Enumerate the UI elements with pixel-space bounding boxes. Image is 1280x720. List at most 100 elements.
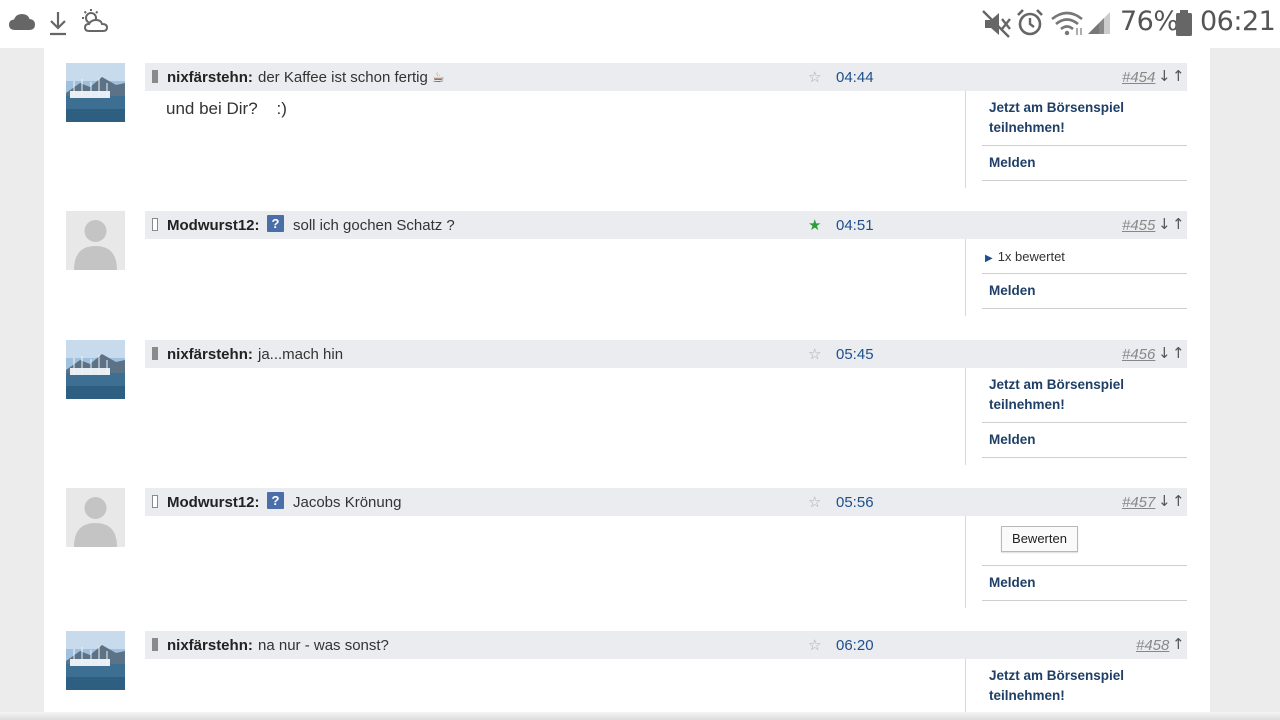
battery-percent: 76% — [1120, 6, 1179, 37]
forum-thread: nixfärstehn: der Kaffee ist schon fertig… — [44, 48, 1210, 720]
post-sidebar: Jetzt am Börsenspiel teilnehmen! — [982, 659, 1187, 720]
boerse-link-line1[interactable]: Jetzt am Börsenspiel — [989, 100, 1124, 115]
author-name[interactable]: nixfärstehn: — [167, 346, 253, 363]
boerse-link-line2[interactable]: teilnehmen! — [989, 688, 1065, 703]
post-title-text: der Kaffee ist schon fertig — [258, 69, 428, 86]
post: nixfärstehn: ja...mach hin ☆ 05:45 #456 … — [44, 340, 1210, 470]
arrow-up-icon[interactable]: ↑ — [1172, 492, 1185, 510]
post-marker — [152, 347, 158, 360]
boerse-link-line2[interactable]: teilnehmen! — [989, 120, 1065, 135]
clock: 06:21 — [1200, 6, 1276, 37]
post-marker — [152, 495, 158, 508]
post-time: 04:51 — [836, 217, 874, 234]
download-icon — [48, 10, 68, 41]
signal-icon — [1086, 10, 1112, 41]
alarm-icon — [1016, 8, 1044, 43]
expand-triangle-icon: ▶ — [985, 253, 993, 264]
arrow-down-icon[interactable]: ↓ — [1158, 215, 1171, 233]
star-icon[interactable]: ★ — [808, 216, 821, 234]
question-icon: ? — [267, 492, 284, 509]
report-link[interactable]: Melden — [989, 573, 1036, 593]
divider — [965, 659, 966, 720]
arrow-up-icon[interactable]: ↑ — [1172, 635, 1185, 653]
boerse-link-line1[interactable]: Jetzt am Börsenspiel — [989, 668, 1124, 683]
arrow-down-icon[interactable]: ↓ — [1158, 67, 1171, 85]
post-number-link[interactable]: #457 — [1122, 494, 1155, 511]
post-title: Jacobs Krönung — [293, 494, 402, 511]
wifi-icon — [1050, 10, 1084, 41]
divider — [965, 516, 966, 608]
post-marker — [152, 218, 158, 231]
divider — [982, 273, 1187, 274]
star-icon[interactable]: ☆ — [808, 68, 821, 86]
post-sidebar: Jetzt am Börsenspiel teilnehmen! Melden — [982, 91, 1187, 181]
arrow-up-icon[interactable]: ↑ — [1172, 344, 1185, 362]
boerse-link[interactable]: Jetzt am Börsenspiel teilnehmen! — [989, 98, 1124, 138]
weather-icon — [80, 8, 110, 41]
divider — [982, 565, 1187, 566]
post-sidebar: Jetzt am Börsenspiel teilnehmen! Melden — [982, 368, 1187, 458]
post-time: 06:20 — [836, 637, 874, 654]
arrow-down-icon[interactable]: ↓ — [1158, 492, 1171, 510]
post-header: nixfärstehn: ja...mach hin ☆ 05:45 #456 … — [145, 340, 1187, 368]
report-link[interactable]: Melden — [989, 281, 1036, 301]
divider — [965, 239, 966, 316]
post-title: na nur - was sonst? — [258, 637, 389, 654]
report-link[interactable]: Melden — [989, 430, 1036, 450]
star-icon[interactable]: ☆ — [808, 636, 821, 654]
post-time: 05:45 — [836, 346, 874, 363]
cloud-icon — [8, 12, 36, 37]
divider — [965, 368, 966, 465]
avatar[interactable] — [66, 340, 125, 399]
post-sidebar: ▶ 1x bewertet Melden — [982, 239, 1187, 309]
post: Modwurst12: ? Jacobs Krönung ☆ 05:56 #45… — [44, 488, 1210, 613]
author-name[interactable]: Modwurst12: — [167, 217, 260, 234]
rating-summary[interactable]: ▶ 1x bewertet — [985, 249, 1065, 264]
author-name[interactable]: Modwurst12: — [167, 494, 260, 511]
boerse-link-line1[interactable]: Jetzt am Börsenspiel — [989, 377, 1124, 392]
post-header: Modwurst12: ? soll ich gochen Schatz ? ★… — [145, 211, 1187, 239]
coffee-icon: ☕ — [432, 70, 445, 86]
post-header: nixfärstehn: der Kaffee ist schon fertig… — [145, 63, 1187, 91]
post-number-link[interactable]: #455 — [1122, 217, 1155, 234]
report-link[interactable]: Melden — [989, 153, 1036, 173]
post-title: der Kaffee ist schon fertig ☕ — [258, 69, 445, 86]
post: Modwurst12: ? soll ich gochen Schatz ? ★… — [44, 211, 1210, 321]
divider — [982, 600, 1187, 601]
author-name[interactable]: nixfärstehn: — [167, 69, 253, 86]
post-title: soll ich gochen Schatz ? — [293, 217, 455, 234]
mute-icon — [982, 10, 1012, 43]
post-marker — [152, 70, 158, 83]
avatar[interactable] — [66, 631, 125, 690]
boerse-link[interactable]: Jetzt am Börsenspiel teilnehmen! — [989, 375, 1124, 415]
rate-button[interactable]: Bewerten — [1001, 526, 1078, 552]
post-header: nixfärstehn: na nur - was sonst? ☆ 06:20… — [145, 631, 1187, 659]
navigation-shadow — [0, 712, 1280, 720]
post-title: ja...mach hin — [258, 346, 344, 363]
arrow-up-icon[interactable]: ↑ — [1172, 215, 1185, 233]
post-body: und bei Dir? :) — [166, 99, 287, 118]
boerse-link[interactable]: Jetzt am Börsenspiel teilnehmen! — [989, 666, 1124, 706]
star-icon[interactable]: ☆ — [808, 493, 821, 511]
avatar[interactable] — [66, 211, 125, 270]
post: nixfärstehn: na nur - was sonst? ☆ 06:20… — [44, 631, 1210, 720]
post-number-link[interactable]: #458 — [1136, 637, 1169, 654]
question-icon: ? — [267, 215, 284, 232]
post-number-link[interactable]: #456 — [1122, 346, 1155, 363]
post-time: 04:44 — [836, 69, 874, 86]
post: nixfärstehn: der Kaffee ist schon fertig… — [44, 63, 1210, 193]
star-icon[interactable]: ☆ — [808, 345, 821, 363]
battery-icon — [1175, 9, 1193, 42]
boerse-link-line2[interactable]: teilnehmen! — [989, 397, 1065, 412]
post-number-link[interactable]: #454 — [1122, 69, 1155, 86]
avatar[interactable] — [66, 488, 125, 547]
arrow-down-icon[interactable]: ↓ — [1158, 344, 1171, 362]
arrow-up-icon[interactable]: ↑ — [1172, 67, 1185, 85]
author-name[interactable]: nixfärstehn: — [167, 637, 253, 654]
post-time: 05:56 — [836, 494, 874, 511]
divider — [982, 422, 1187, 423]
status-bar: 76% 06:21 — [0, 0, 1280, 48]
avatar[interactable] — [66, 63, 125, 122]
post-header: Modwurst12: ? Jacobs Krönung ☆ 05:56 #45… — [145, 488, 1187, 516]
divider — [982, 308, 1187, 309]
